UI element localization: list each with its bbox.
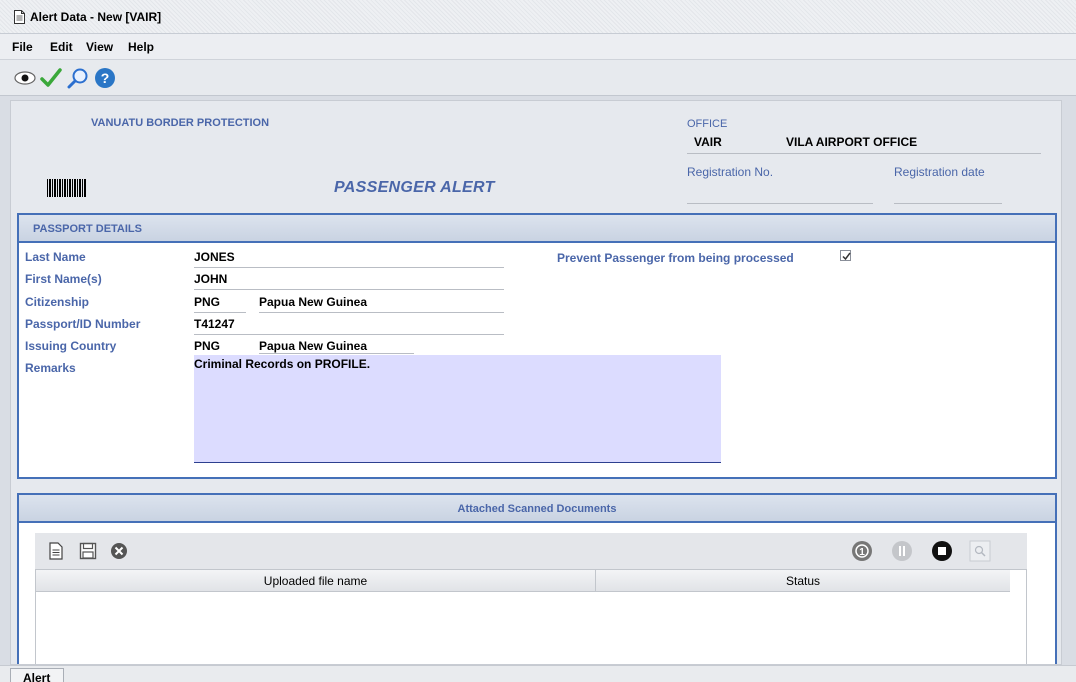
menu-file[interactable]: File (12, 40, 33, 54)
menu-edit[interactable]: Edit (50, 40, 73, 54)
office-label: OFFICE (687, 118, 728, 130)
last-name-value[interactable]: JONES (194, 250, 235, 264)
scanned-documents-header: Attached Scanned Documents (19, 495, 1055, 523)
registration-date-label: Registration date (894, 165, 985, 179)
zoom-icon[interactable] (969, 540, 991, 562)
alert-form: VANUATU BORDER PROTECTION OFFICE VAIR VI… (10, 100, 1062, 665)
delete-icon[interactable] (110, 542, 128, 560)
window-title: Alert Data - New [VAIR] (30, 10, 162, 24)
first-name-label: First Name(s) (25, 272, 102, 286)
checkmark-icon (842, 252, 851, 261)
prevent-passenger-label: Prevent Passenger from being processed (557, 251, 794, 265)
scanned-documents-section: Attached Scanned Documents 1 Uploaded fi… (17, 493, 1057, 664)
svg-text:1: 1 (859, 547, 865, 558)
column-header-filename[interactable]: Uploaded file name (36, 570, 596, 592)
magnifier-icon[interactable] (67, 67, 89, 89)
registration-date-field[interactable] (894, 203, 1002, 204)
bottom-tab-bar: Alert (0, 665, 1076, 682)
organization-name: VANUATU BORDER PROTECTION (91, 117, 270, 129)
registration-no-label: Registration No. (687, 165, 774, 179)
last-name-label: Last Name (25, 250, 86, 264)
tab-alert[interactable]: Alert (10, 668, 64, 682)
issuing-country-label: Issuing Country (25, 339, 117, 353)
stop-icon[interactable] (931, 540, 953, 562)
help-icon[interactable]: ? (94, 67, 116, 89)
citizenship-name-underline (259, 312, 504, 313)
save-icon[interactable] (79, 542, 97, 560)
passport-number-label: Passport/ID Number (25, 317, 141, 331)
documents-toolbar: 1 (35, 533, 1027, 569)
checkmark-icon[interactable] (40, 67, 62, 89)
svg-text:?: ? (101, 70, 110, 86)
registration-no-field[interactable] (687, 203, 873, 204)
issuing-country-code[interactable]: PNG (194, 339, 220, 353)
documents-table: Uploaded file name Status (35, 569, 1027, 664)
first-name-underline (194, 289, 504, 290)
passport-details-title: PASSPORT DETAILS (33, 223, 142, 235)
issuing-country-underline (259, 353, 414, 354)
passport-number-value[interactable]: T41247 (194, 317, 235, 331)
prevent-passenger-checkbox[interactable] (840, 250, 851, 261)
menu-help[interactable]: Help (128, 40, 154, 54)
column-header-status[interactable]: Status (596, 570, 1010, 592)
menu-bar: File Edit View Help (0, 34, 1076, 60)
office-underline (687, 153, 1041, 154)
issuing-country-name: Papua New Guinea (259, 339, 368, 353)
remarks-textarea[interactable]: Criminal Records on PROFILE. (194, 355, 721, 463)
eye-icon[interactable] (14, 67, 36, 89)
citizenship-code[interactable]: PNG (194, 295, 220, 309)
first-name-value[interactable]: JOHN (194, 272, 227, 286)
remarks-label: Remarks (25, 361, 76, 375)
last-name-underline (194, 267, 504, 268)
window-titlebar: Alert Data - New [VAIR] (0, 0, 1076, 34)
barcode (47, 179, 87, 197)
citizenship-code-underline (194, 312, 246, 313)
info-icon[interactable] (891, 540, 913, 562)
passport-details-header: PASSPORT DETAILS (19, 215, 1055, 243)
form-title: PASSENGER ALERT (334, 179, 495, 196)
main-toolbar: ? (0, 60, 1076, 96)
scan-icon[interactable]: 1 (851, 540, 873, 562)
passport-number-underline (194, 334, 504, 335)
scanned-documents-title: Attached Scanned Documents (457, 503, 617, 515)
citizenship-label: Citizenship (25, 295, 90, 309)
office-code: VAIR (694, 135, 722, 149)
document-icon (14, 10, 25, 24)
menu-view[interactable]: View (86, 40, 113, 54)
new-document-icon[interactable] (47, 542, 65, 560)
office-name: VILA AIRPORT OFFICE (786, 135, 918, 149)
citizenship-name: Papua New Guinea (259, 295, 368, 309)
